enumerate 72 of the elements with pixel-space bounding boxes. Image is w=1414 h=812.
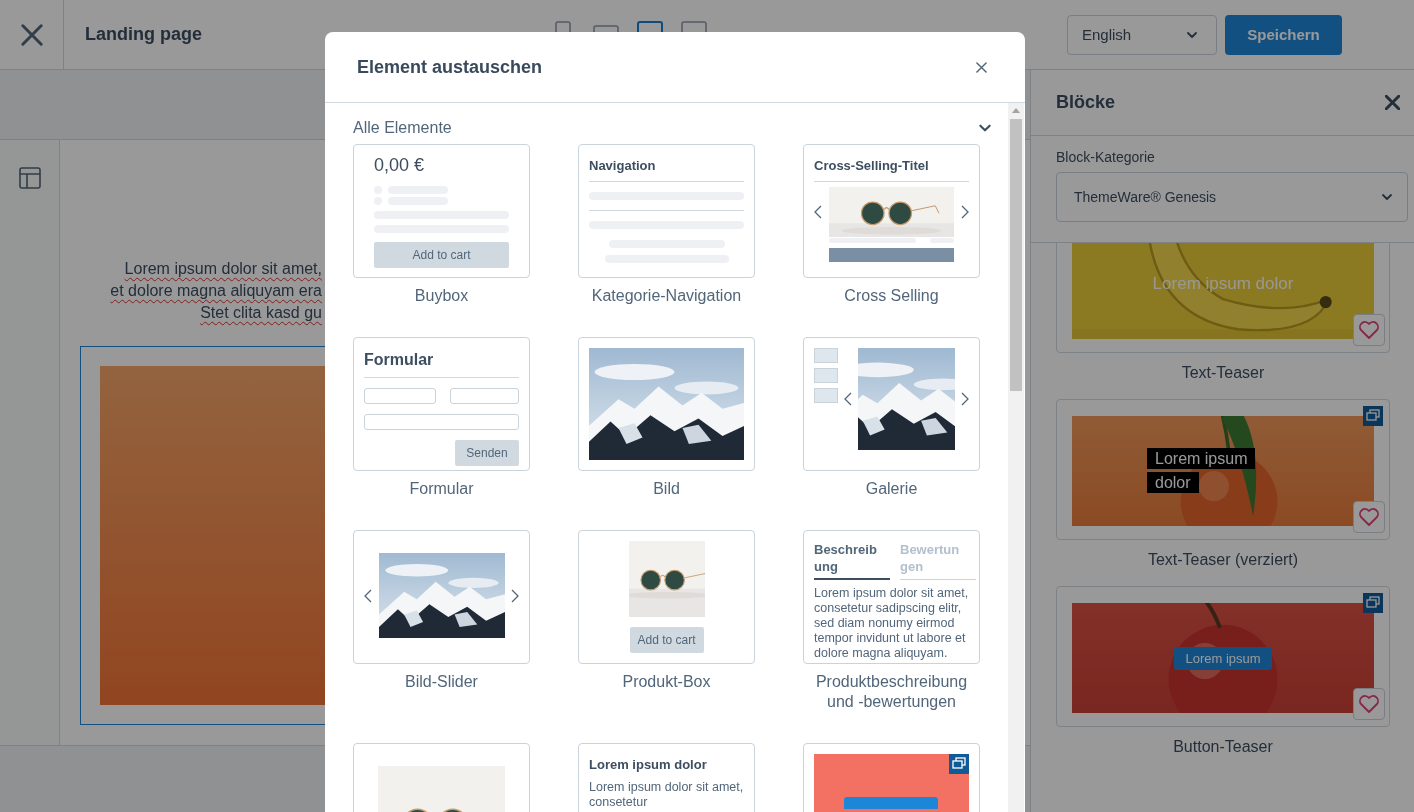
element-label: Bild-Slider xyxy=(404,672,479,692)
preview-heading: Navigation xyxy=(589,157,657,173)
preview-heading: Formular xyxy=(364,350,435,369)
element-card[interactable]: Add to cart xyxy=(578,530,755,664)
element-label: Galerie xyxy=(864,479,919,499)
close-icon xyxy=(20,23,43,46)
add-to-cart-button: Add to cart xyxy=(374,242,509,268)
body-text: et dolore magna aliquyam era xyxy=(109,281,322,301)
chevron-left-icon[interactable] xyxy=(844,392,852,406)
chevron-right-icon[interactable] xyxy=(961,392,969,406)
teaser-button: Lorem ipsum xyxy=(1174,646,1272,670)
price-text: 0,00 € xyxy=(374,155,426,176)
block-label: Text-Teaser (verziert) xyxy=(1146,550,1300,570)
teaser-text: Lorem ipsum dolor xyxy=(1152,274,1294,294)
input-field xyxy=(364,388,436,404)
add-to-cart-button: Add to cart xyxy=(629,627,704,653)
element-label: Buybox xyxy=(413,286,470,306)
chevron-left-icon[interactable] xyxy=(364,588,372,603)
section-title: Alle Elemente xyxy=(353,119,452,137)
element-label: Bild xyxy=(652,479,681,499)
block-label: Button-Teaser xyxy=(1172,737,1274,757)
body-text: Stet clita kasd gu xyxy=(199,303,322,323)
element-card[interactable]: 0,00 € Add to cart xyxy=(353,144,530,278)
language-select[interactable]: English xyxy=(1067,14,1217,55)
element-card[interactable]: Lorem ipsum dolor Lorem ipsum dolor sit amet, consetetur xyxy=(578,743,755,812)
description-text: Lorem ipsum dolor sit amet, consetetur sadipscing elitr, sed diam nonumy eirmod tempor invidunt ut labore et dolore magna aliquyam. xyxy=(814,586,969,661)
modal-title: Element austauschen xyxy=(357,56,543,78)
thumbnail xyxy=(814,388,838,403)
element-card[interactable]: Beschreibung Bewertungen Lorem ipsum dolor sit amet, consetetur sadipscing elitr, sed diam nonumy eirmod tempor invidunt ut labore et dolore magna aliquyam. xyxy=(803,530,980,664)
element-card[interactable]: Cross-Selling-Titel xyxy=(803,144,980,278)
chevron-left-icon[interactable] xyxy=(814,205,822,219)
favorite-button[interactable] xyxy=(1353,688,1385,720)
layers-icon xyxy=(949,754,969,774)
preview-text: Lorem ipsum dolor sit amet, consetetur xyxy=(589,780,744,810)
chevron-right-icon[interactable] xyxy=(511,588,519,603)
chevron-down-icon xyxy=(1381,191,1393,203)
heart-icon xyxy=(1358,320,1380,340)
page-title: Landing page xyxy=(85,24,203,45)
element-label: Formular xyxy=(408,479,475,499)
favorite-button[interactable] xyxy=(1353,501,1385,533)
element-card[interactable] xyxy=(353,530,530,664)
tab: Beschreibung xyxy=(814,541,890,580)
heart-icon xyxy=(1358,507,1380,527)
input-field xyxy=(450,388,519,404)
element-label: Produkt-Box xyxy=(621,672,712,692)
scrollbar[interactable] xyxy=(1008,103,1024,812)
element-card[interactable] xyxy=(578,337,755,471)
heart-icon xyxy=(1358,694,1380,714)
block-label: Text-Teaser xyxy=(1180,363,1266,383)
tab: Bewertungen xyxy=(900,541,976,580)
thumbnail xyxy=(814,368,838,383)
body-text: Lorem ipsum dolor sit amet, xyxy=(123,259,322,279)
element-label: Kategorie-Navigation xyxy=(590,286,743,306)
category-select[interactable]: ThemeWare® Genesis xyxy=(1056,172,1408,222)
preview-heading: Lorem ipsum dolor xyxy=(589,756,708,772)
panel-title: Blöcke xyxy=(1056,92,1116,113)
layout-icon[interactable] xyxy=(18,167,41,189)
placeholder-line xyxy=(930,238,954,243)
thumbnail xyxy=(814,348,838,363)
field-label: Block-Kategorie xyxy=(1056,149,1156,165)
chevron-right-icon[interactable] xyxy=(961,205,969,219)
element-card[interactable]: Formular Senden xyxy=(353,337,530,471)
block-card[interactable]: Lorem ipsum dolor xyxy=(1056,399,1390,540)
element-label: Cross Selling xyxy=(843,286,940,306)
element-label: Produktbeschreibung und -bewertungen xyxy=(814,672,969,712)
element-card[interactable]: Navigation xyxy=(578,144,755,278)
close-button[interactable] xyxy=(976,61,987,73)
preview-heading: Cross-Selling-Titel xyxy=(814,157,930,173)
close-button[interactable] xyxy=(1385,95,1400,110)
favorite-button[interactable] xyxy=(1353,314,1385,346)
send-button: Senden xyxy=(455,440,519,466)
element-card[interactable] xyxy=(803,337,980,471)
